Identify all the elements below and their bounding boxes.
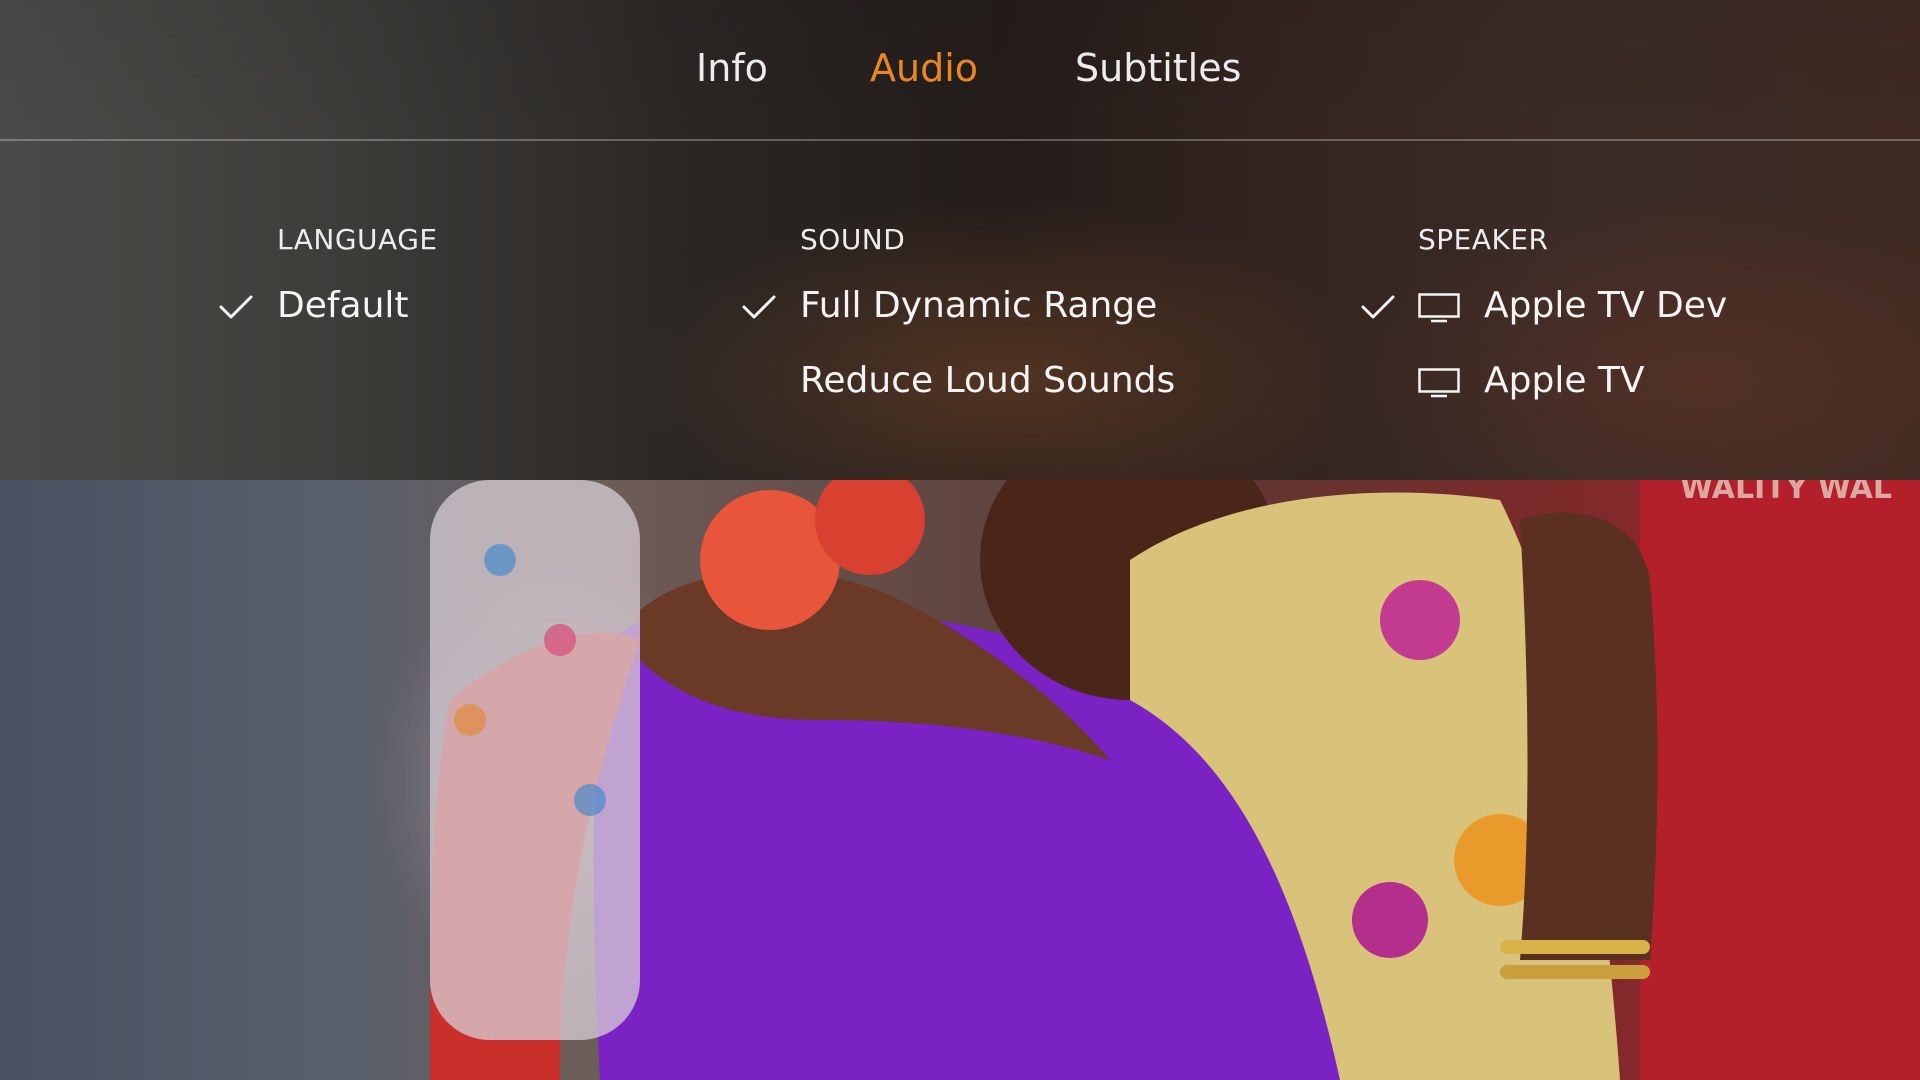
floral-fabric-shape [1380,580,1460,660]
language-option-default[interactable]: Default [277,285,409,326]
tv-icon [1418,293,1460,323]
sound-option-full-dynamic-range[interactable]: Full Dynamic Range [800,285,1157,326]
speaker-option-apple-tv-dev[interactable]: Apple TV Dev [1484,285,1727,326]
language-section-title: LANGUAGE [277,223,438,256]
speaker-option-apple-tv[interactable]: Apple TV [1484,360,1645,401]
hair-flowers-shape [815,465,925,575]
checkmark-icon [742,295,776,319]
sound-option-reduce-loud-sounds[interactable]: Reduce Loud Sounds [800,360,1175,401]
tab-bar: Info Audio Subtitles [0,0,1920,140]
polka-dot-shape [544,624,576,656]
red-vehicle-shape [1640,480,1920,1080]
tab-divider [0,139,1920,141]
floral-fabric-shape [1352,882,1428,958]
raised-arm-shape [1520,512,1658,960]
polka-dot-shape [484,544,516,576]
tv-icon [1418,368,1460,398]
bangle-shape [1500,965,1650,979]
tab-audio[interactable]: Audio [870,46,978,90]
sound-section-title: SOUND [800,223,906,256]
player-screen: WALITY WAL Info Audio Subtitles LANGUAGE… [0,0,1920,1080]
polka-dot-shape [574,784,606,816]
background-person-shape [430,480,640,1040]
tab-subtitles[interactable]: Subtitles [1075,46,1241,90]
bangle-shape [1500,940,1650,954]
polka-dot-shape [454,704,486,736]
checkmark-icon [219,295,253,319]
checkmark-icon [1361,295,1395,319]
tab-info[interactable]: Info [696,46,768,90]
info-panel: Info Audio Subtitles LANGUAGE Default SO… [0,0,1920,480]
speaker-section-title: SPEAKER [1418,223,1549,256]
